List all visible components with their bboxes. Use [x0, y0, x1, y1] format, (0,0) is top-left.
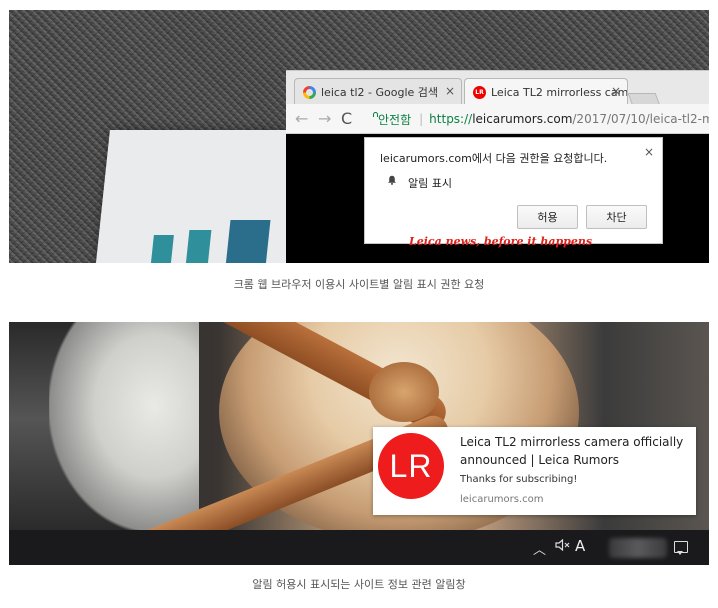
figure-caption: 크롬 웹 브라우저 이용시 사이트별 알림 표시 권한 요청 — [233, 278, 485, 291]
toast-notification[interactable]: LR Leica TL2 mirrorless camera officiall… — [373, 427, 696, 515]
tab-title: leica tl2 - Google 검색 — [321, 86, 439, 99]
browser-toolbar: ← → C 안전함 | https:// leicarumors.com /20… — [286, 104, 709, 134]
permission-message: leicarumors.com에서 다음 권한을 요청합니다. — [380, 152, 608, 165]
background-photo — [369, 362, 439, 422]
secure-label: 안전함 — [378, 112, 412, 127]
ime-indicator[interactable]: A — [575, 537, 585, 555]
leica-rumors-logo: LR — [378, 433, 444, 499]
volume-mute-icon[interactable] — [555, 539, 570, 551]
site-tagline: Leica news, before it happens — [409, 235, 593, 248]
forward-arrow-icon[interactable]: → — [318, 109, 331, 128]
address-bar[interactable]: 안전함 | https:// leicarumors.com /2017/07/… — [366, 108, 709, 130]
tab-leica-rumors[interactable]: LR Leica TL2 mirrorless cam × — [464, 78, 628, 105]
reload-icon[interactable]: C — [341, 109, 352, 128]
background-photo — [49, 322, 199, 532]
notification-permission-dialog: leicarumors.com에서 다음 권한을 요청합니다. × 알림 표시 … — [364, 137, 663, 244]
notification-title: Leica TL2 mirrorless camera officially a… — [460, 435, 684, 467]
figure-caption: 알림 허용시 표시되는 사이트 정보 관련 알림창 — [252, 578, 466, 591]
divider: | — [419, 112, 424, 126]
notification-body: Thanks for subscribing! — [460, 474, 578, 485]
card-graphic — [224, 220, 271, 263]
card-graphic — [149, 235, 174, 263]
bell-icon — [388, 175, 396, 185]
screenshot-desktop-notification: LR Leica TL2 mirrorless camera officiall… — [9, 322, 709, 565]
screenshot-browser-permission: leica tl2 - Google 검색 × LR Leica TL2 mir… — [9, 10, 709, 263]
notification-source: leicarumors.com — [460, 494, 544, 505]
card-graphic — [184, 230, 212, 263]
back-arrow-icon[interactable]: ← — [295, 109, 308, 128]
permission-name: 알림 표시 — [408, 177, 452, 190]
google-icon — [303, 85, 316, 99]
chevron-up-icon[interactable]: ︿ — [533, 539, 546, 558]
close-icon[interactable]: × — [644, 145, 654, 159]
clock-blurred — [609, 538, 667, 558]
leica-rumors-favicon: LR — [473, 85, 486, 99]
tab-title: Leica TL2 mirrorless cam — [491, 85, 627, 99]
action-center-icon[interactable] — [674, 541, 688, 555]
url-path: /2017/07/10/leica-tl2-mirr — [572, 112, 709, 126]
url-domain: leicarumors.com — [472, 112, 573, 126]
close-icon[interactable]: × — [611, 84, 621, 98]
tab-google-search[interactable]: leica tl2 - Google 검색 × — [294, 78, 462, 105]
allow-button[interactable]: 허용 — [517, 205, 578, 229]
windows-taskbar: ︿ A — [9, 530, 709, 565]
block-button[interactable]: 차단 — [586, 205, 647, 229]
tab-strip: leica tl2 - Google 검색 × LR Leica TL2 mir… — [286, 70, 709, 106]
url-scheme: https:// — [429, 112, 473, 126]
close-icon[interactable]: × — [445, 84, 455, 98]
